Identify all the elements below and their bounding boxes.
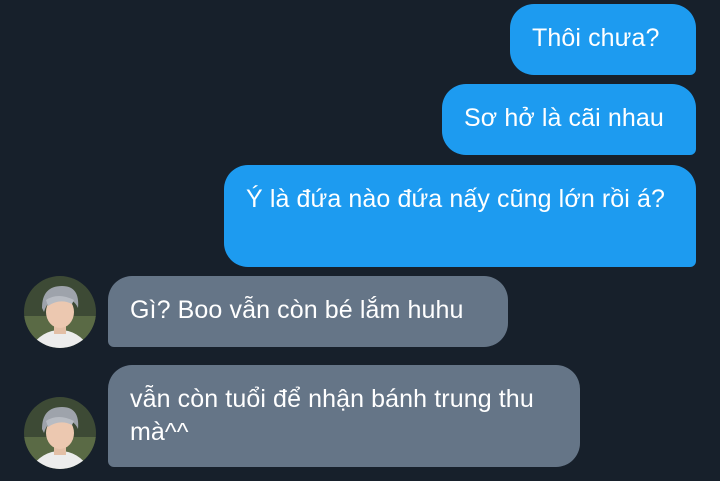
user-avatar-icon (24, 397, 96, 469)
message-bubble-sent[interactable]: Thôi chưa? (510, 4, 696, 75)
message-bubble-sent[interactable]: Sơ hở là cãi nhau (442, 84, 696, 155)
avatar[interactable] (24, 276, 96, 348)
message-bubble-sent[interactable]: Ý là đứa nào đứa nấy cũng lớn rồi á? (224, 165, 696, 267)
avatar[interactable] (24, 397, 96, 469)
user-avatar-icon (24, 276, 96, 348)
message-bubble-received[interactable]: vẫn còn tuổi để nhận bánh trung thu mà^^ (108, 365, 580, 467)
message-bubble-received[interactable]: Gì? Boo vẫn còn bé lắm huhu (108, 276, 508, 347)
